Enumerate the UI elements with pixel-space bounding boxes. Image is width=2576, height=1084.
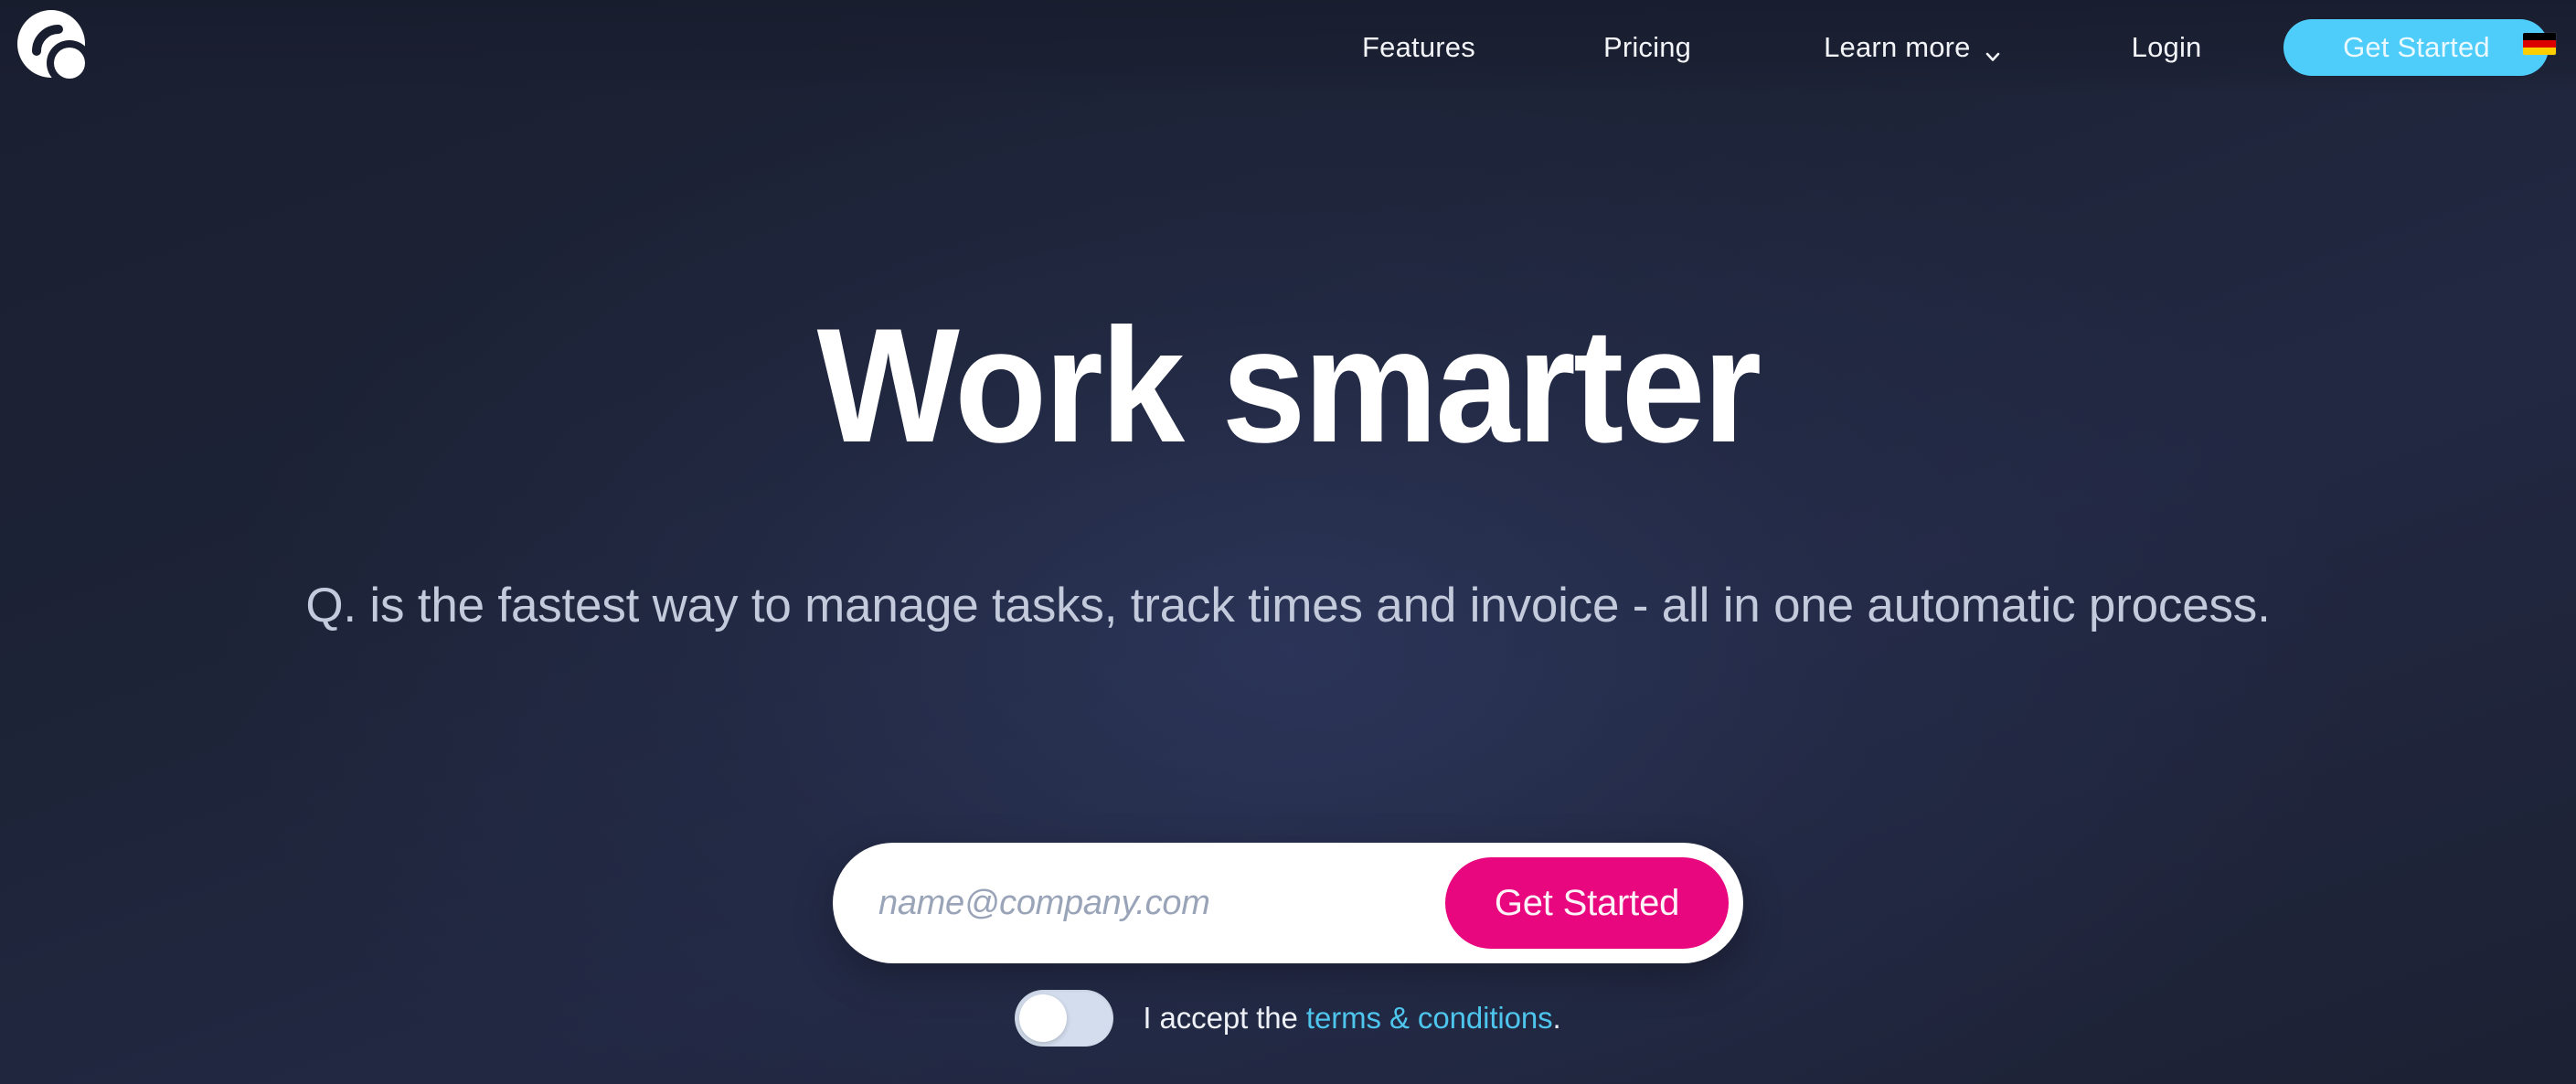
site-header: Features Pricing Learn more Login Get St… [0,0,2576,95]
nav-label-features: Features [1362,31,1475,63]
email-signup-form: Get Started [833,843,1743,963]
primary-navigation: Features Pricing Learn more Login Get St… [1362,0,2549,95]
q-circle-logo-icon[interactable] [16,9,93,86]
nav-label-login: Login [2131,31,2202,63]
terms-text-before: I accept the [1143,1001,1298,1035]
terms-text: I accept the terms & conditions. [1143,1001,1560,1036]
nav-link-pricing[interactable]: Pricing [1603,31,1691,64]
nav-label-pricing: Pricing [1602,31,1692,63]
flag-stripe-black [2523,33,2556,40]
german-flag-icon[interactable] [2523,33,2556,55]
hero-section: Work smarter Q. is the fastest way to ma… [0,0,2576,1084]
flag-stripe-gold [2523,48,2556,55]
email-input[interactable] [878,866,1445,940]
nav-link-login[interactable]: Login [2132,31,2202,64]
page-title: Work smarter [816,294,1762,476]
nav-link-learn-more[interactable]: Learn more [1824,31,2002,64]
header-get-started-button[interactable]: Get Started [2283,19,2549,76]
nav-label-learn-more: Learn more [1824,31,1971,63]
terms-and-conditions-link[interactable]: terms & conditions [1306,1001,1553,1035]
terms-acceptance-row: I accept the terms & conditions. [0,990,2576,1047]
flag-stripe-red [2523,40,2556,48]
signup-get-started-button[interactable]: Get Started [1445,857,1729,949]
toggle-knob [1019,994,1068,1042]
hero-subheadline: Q. is the fastest way to manage tasks, t… [305,579,2271,632]
landing-page: Features Pricing Learn more Login Get St… [0,0,2576,1084]
accept-terms-toggle[interactable] [1015,990,1114,1047]
chevron-down-icon [1984,40,2002,61]
terms-text-after: . [1552,1001,1561,1035]
nav-link-features[interactable]: Features [1362,31,1475,64]
